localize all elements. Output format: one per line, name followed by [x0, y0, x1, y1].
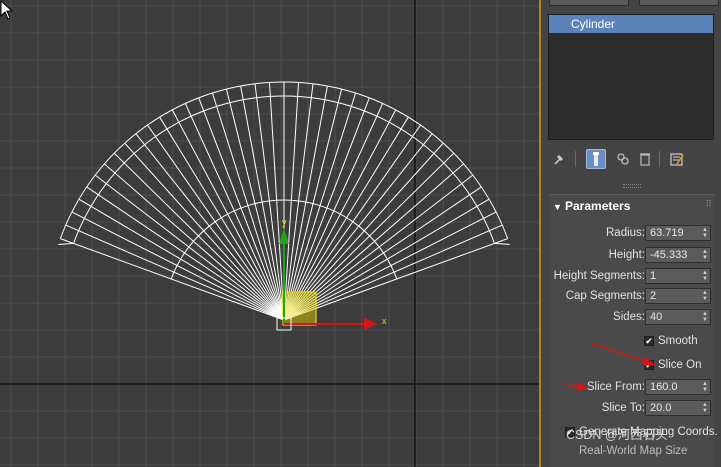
annotation-arrow-slice-from: [563, 383, 589, 391]
annotation-overlay: [563, 343, 656, 391]
annotation-arrow-slice-on: [591, 343, 656, 366]
csdn-watermark: CSDN @河西石头: [566, 428, 668, 442]
